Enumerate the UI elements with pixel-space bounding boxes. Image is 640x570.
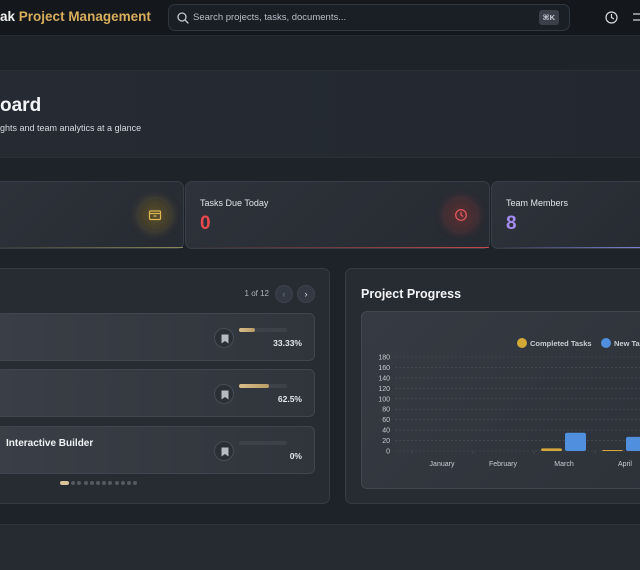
bookmark-icon [221,390,229,400]
y-tick-label: 160 [378,365,390,372]
stat-card-tasks-due[interactable]: Tasks Due Today 0 [185,181,490,249]
page-title: oard [0,95,42,116]
page-dot[interactable] [108,481,113,485]
stat-accent [0,247,183,248]
y-tick-label: 120 [378,386,390,393]
stat-card-team-members[interactable]: Team Members 8 [491,181,640,249]
x-tick-label: January [430,461,455,468]
stat-label: Tasks Due Today [200,198,269,208]
brand-name: Project Management [18,9,151,24]
x-tick-label: March [554,461,574,468]
page-dot[interactable] [60,481,69,485]
bookmark-icon [221,447,229,457]
y-tick-label: 180 [378,355,390,362]
task-name: Interactive Builder [6,438,94,449]
x-tick-label: February [489,461,518,468]
x-tick-label: April [618,461,632,468]
bookmark-button[interactable] [214,384,234,404]
next-page-button[interactable]: › [297,285,315,303]
brand-prefix: ak [0,9,16,24]
y-tick-label: 140 [378,375,390,382]
progress-bar [239,441,287,445]
search-icon [177,12,189,24]
progress-chart: 0 20 40 60 80 100 120 140 160 180 January February M… [361,311,640,489]
chevron-left-icon: ‹ [282,289,286,299]
page-dot[interactable] [133,481,138,485]
page-dot[interactable] [114,481,119,485]
bookmark-button[interactable] [214,441,234,461]
legend-swatch [517,338,527,348]
y-tick-label: 0 [386,449,390,456]
project-progress-panel: Project Progress 0 20 40 60 80 100 120 140 160 18… [345,268,640,504]
stat-value: 0 [200,213,211,234]
legend-label: Completed Tasks [530,339,592,348]
y-tick-label: 100 [378,396,390,403]
task-card[interactable]: 62.5% [0,369,315,417]
page-dot[interactable] [89,481,94,485]
bar-completed-tasks [541,448,562,451]
progress-fill [239,384,269,388]
chevron-right-icon: › [304,289,308,299]
stat-label: Team Members [506,198,569,208]
clock-icon [455,209,467,221]
clock-icon-badge [445,199,477,231]
y-tick-label: 60 [382,417,390,424]
progress-percent: 33.33% [273,338,302,348]
folder-icon [148,210,162,221]
page-dot[interactable] [77,481,82,485]
legend-label: New Tasks [614,339,640,348]
brand-logo[interactable]: ak Project Management [0,9,151,24]
task-list-panel: 1 of 12 ‹ › 33.33% 62.5% Interactive Bui… [0,268,330,504]
search-shortcut: ⌘K [538,10,559,25]
progress-fill [239,328,255,332]
folder-icon-badge [139,199,171,231]
bar-completed-tasks [602,450,623,451]
page-dot[interactable] [71,481,76,485]
pager-status: 1 of 12 [244,289,269,298]
stat-card-projects[interactable] [0,181,184,249]
page-dot[interactable] [96,481,100,485]
page-dot[interactable] [120,481,125,485]
stat-accent [186,247,489,248]
panel-title: Project Progress [361,287,462,301]
clock-icon[interactable] [604,10,619,25]
page-subtitle: ghts and team analytics at a glance [0,123,142,133]
prev-page-button[interactable]: ‹ [275,285,293,303]
top-bar: ak Project Management Search projects, t… [0,0,640,36]
page-dot[interactable] [83,481,88,485]
task-card[interactable]: 33.33% [0,313,315,361]
progress-bar [239,328,287,332]
settings-icon[interactable] [632,10,640,25]
bar-chart: 0 20 40 60 80 100 120 140 160 180 January February M… [378,338,640,468]
dashboard-header: oard ghts and team analytics at a glance [0,70,640,158]
page-dot[interactable] [127,481,131,485]
legend-swatch [601,338,611,348]
bottom-panel [0,524,640,570]
stat-value: 8 [506,213,517,234]
search-placeholder: Search projects, tasks, documents... [193,12,347,23]
task-card[interactable]: Interactive Builder 0% [0,426,315,474]
search-input[interactable]: Search projects, tasks, documents... ⌘K [168,4,570,31]
bar-new-tasks [565,432,586,451]
y-tick-label: 40 [382,428,390,435]
page-dot[interactable] [102,481,107,485]
y-tick-label: 20 [382,438,390,445]
stat-accent [492,247,640,248]
bookmark-button[interactable] [214,328,234,348]
bar-new-tasks [626,436,640,451]
y-tick-label: 80 [382,407,390,414]
bookmark-icon [221,334,229,344]
progress-bar [239,384,287,388]
progress-percent: 62.5% [277,394,302,404]
progress-percent: 0% [289,451,302,461]
